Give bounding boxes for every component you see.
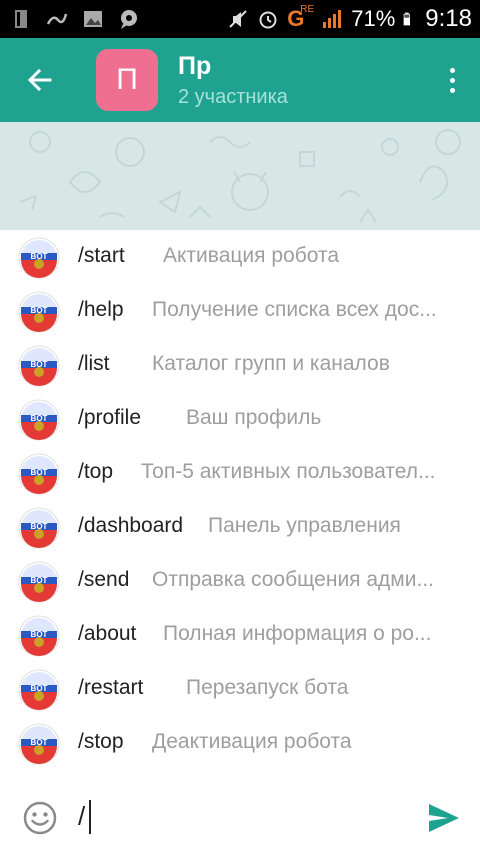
- svg-text:BOT: BOT: [31, 630, 48, 639]
- command-item[interactable]: BOT/send Отправка сообщения адми...: [0, 554, 480, 608]
- more-vertical-icon-dot: [449, 87, 455, 93]
- command-name: /start: [78, 244, 125, 267]
- back-button[interactable]: [16, 58, 64, 102]
- command-item[interactable]: BOT/stop Деактивация робота: [0, 716, 480, 770]
- bot-avatar-icon: BOT: [18, 345, 60, 387]
- bot-avatar-icon: BOT: [18, 453, 60, 495]
- chat-toolbar: П Пр 2 участника: [0, 38, 480, 122]
- bot-avatar-icon: BOT: [18, 291, 60, 333]
- svg-text:BOT: BOT: [31, 414, 48, 423]
- command-name: /stop: [78, 730, 124, 753]
- doodle-pattern: [19, 129, 461, 223]
- cell-signal-icon: [323, 10, 342, 28]
- status-bar-system: G RE 71% 9:18: [227, 4, 472, 34]
- svg-text:BOT: BOT: [31, 468, 48, 477]
- bot-avatar-icon: BOT: [18, 669, 60, 711]
- command-name: /help: [78, 298, 124, 321]
- send-icon[interactable]: [426, 800, 462, 836]
- bot-avatar-icon: BOT: [18, 723, 60, 765]
- command-description: Полная информация о ро...: [163, 622, 432, 645]
- message-input-bar: [0, 778, 480, 854]
- message-input[interactable]: [78, 796, 398, 836]
- text-cursor: [89, 800, 91, 834]
- network-type: G RE: [287, 4, 315, 32]
- command-name: /dashboard: [78, 514, 184, 537]
- smile-icon[interactable]: [22, 800, 58, 836]
- arrow-left-icon: [27, 68, 52, 92]
- command-item[interactable]: BOT/list Каталог групп и каналов: [0, 338, 480, 392]
- bot-avatar-icon: BOT: [18, 507, 60, 549]
- status-bar: G RE 71% 9:18: [0, 0, 480, 38]
- chat-background: [0, 122, 480, 230]
- telegram-chat-screen: G RE 71% 9:18 П Пр 2 участника BOT /star…: [0, 0, 480, 854]
- battery-icon: [403, 12, 411, 26]
- command-item[interactable]: BOT/start Активация робота: [0, 230, 480, 284]
- command-name: /send: [78, 568, 130, 591]
- network-type-sublabel: RE: [300, 4, 315, 15]
- group-avatar[interactable]: П: [96, 49, 158, 111]
- sim-icon: [15, 10, 27, 28]
- chat-bubble-icon: [121, 10, 137, 29]
- alarm-icon: [259, 11, 277, 29]
- svg-text:BOT: BOT: [31, 360, 48, 369]
- bot-avatar-icon: BOT: [18, 615, 60, 657]
- bot-command-list: BOT/start Активация робота BOT/help Получен…: [0, 230, 480, 778]
- command-item[interactable]: BOT/restart Перезапуск бота: [0, 662, 480, 716]
- chat-members-count[interactable]: 2 участника: [178, 86, 288, 109]
- command-description: Активация робота: [163, 244, 340, 267]
- command-name: /restart: [78, 676, 144, 699]
- command-name: /profile: [78, 406, 142, 429]
- command-item[interactable]: BOT/help Получение списка всех дос...: [0, 284, 480, 338]
- command-description: Панель управления: [208, 514, 401, 537]
- command-item[interactable]: BOT/profile Ваш профиль: [0, 392, 480, 446]
- command-name: /about: [78, 622, 137, 645]
- bot-avatar-icon: BOT: [18, 399, 60, 441]
- command-description: Деактивация робота: [152, 730, 352, 753]
- more-vertical-icon-dot: [449, 77, 455, 83]
- command-name: /list: [78, 352, 110, 375]
- command-description: Топ-5 активных пользовател...: [141, 460, 436, 483]
- clock: 9:18: [425, 5, 472, 32]
- command-item[interactable]: BOT/about Полная информация о ро...: [0, 608, 480, 662]
- gallery-icon: [84, 11, 102, 27]
- command-item[interactable]: BOT/dashboard Панель управления: [0, 500, 480, 554]
- status-bar-notifications: [10, 6, 140, 32]
- bot-avatar-icon: BOT: [18, 561, 60, 603]
- svg-text:BOT: BOT: [31, 522, 48, 531]
- svg-text:BOT: BOT: [31, 252, 48, 261]
- command-description: Каталог групп и каналов: [152, 352, 390, 375]
- bot-avatar-icon: BOT: [18, 237, 60, 279]
- svg-text:BOT: BOT: [31, 306, 48, 315]
- command-description: Отправка сообщения адми...: [152, 568, 434, 591]
- command-item[interactable]: BOT/top Топ-5 активных пользовател...: [0, 446, 480, 500]
- mute-icon: [229, 10, 247, 28]
- more-options-button[interactable]: [440, 58, 464, 102]
- command-name: /top: [78, 460, 114, 483]
- command-description: Получение списка всех дос...: [152, 298, 437, 321]
- svg-text:BOT: BOT: [31, 684, 48, 693]
- command-description: Ваш профиль: [186, 406, 322, 429]
- signal-wave-icon: [46, 13, 68, 25]
- more-vertical-icon: [449, 67, 455, 73]
- battery-percent: 71%: [351, 6, 396, 31]
- chat-title[interactable]: Пр: [178, 52, 211, 81]
- svg-text:BOT: BOT: [31, 576, 48, 585]
- command-description: Перезапуск бота: [186, 676, 349, 699]
- svg-text:BOT: BOT: [31, 738, 48, 747]
